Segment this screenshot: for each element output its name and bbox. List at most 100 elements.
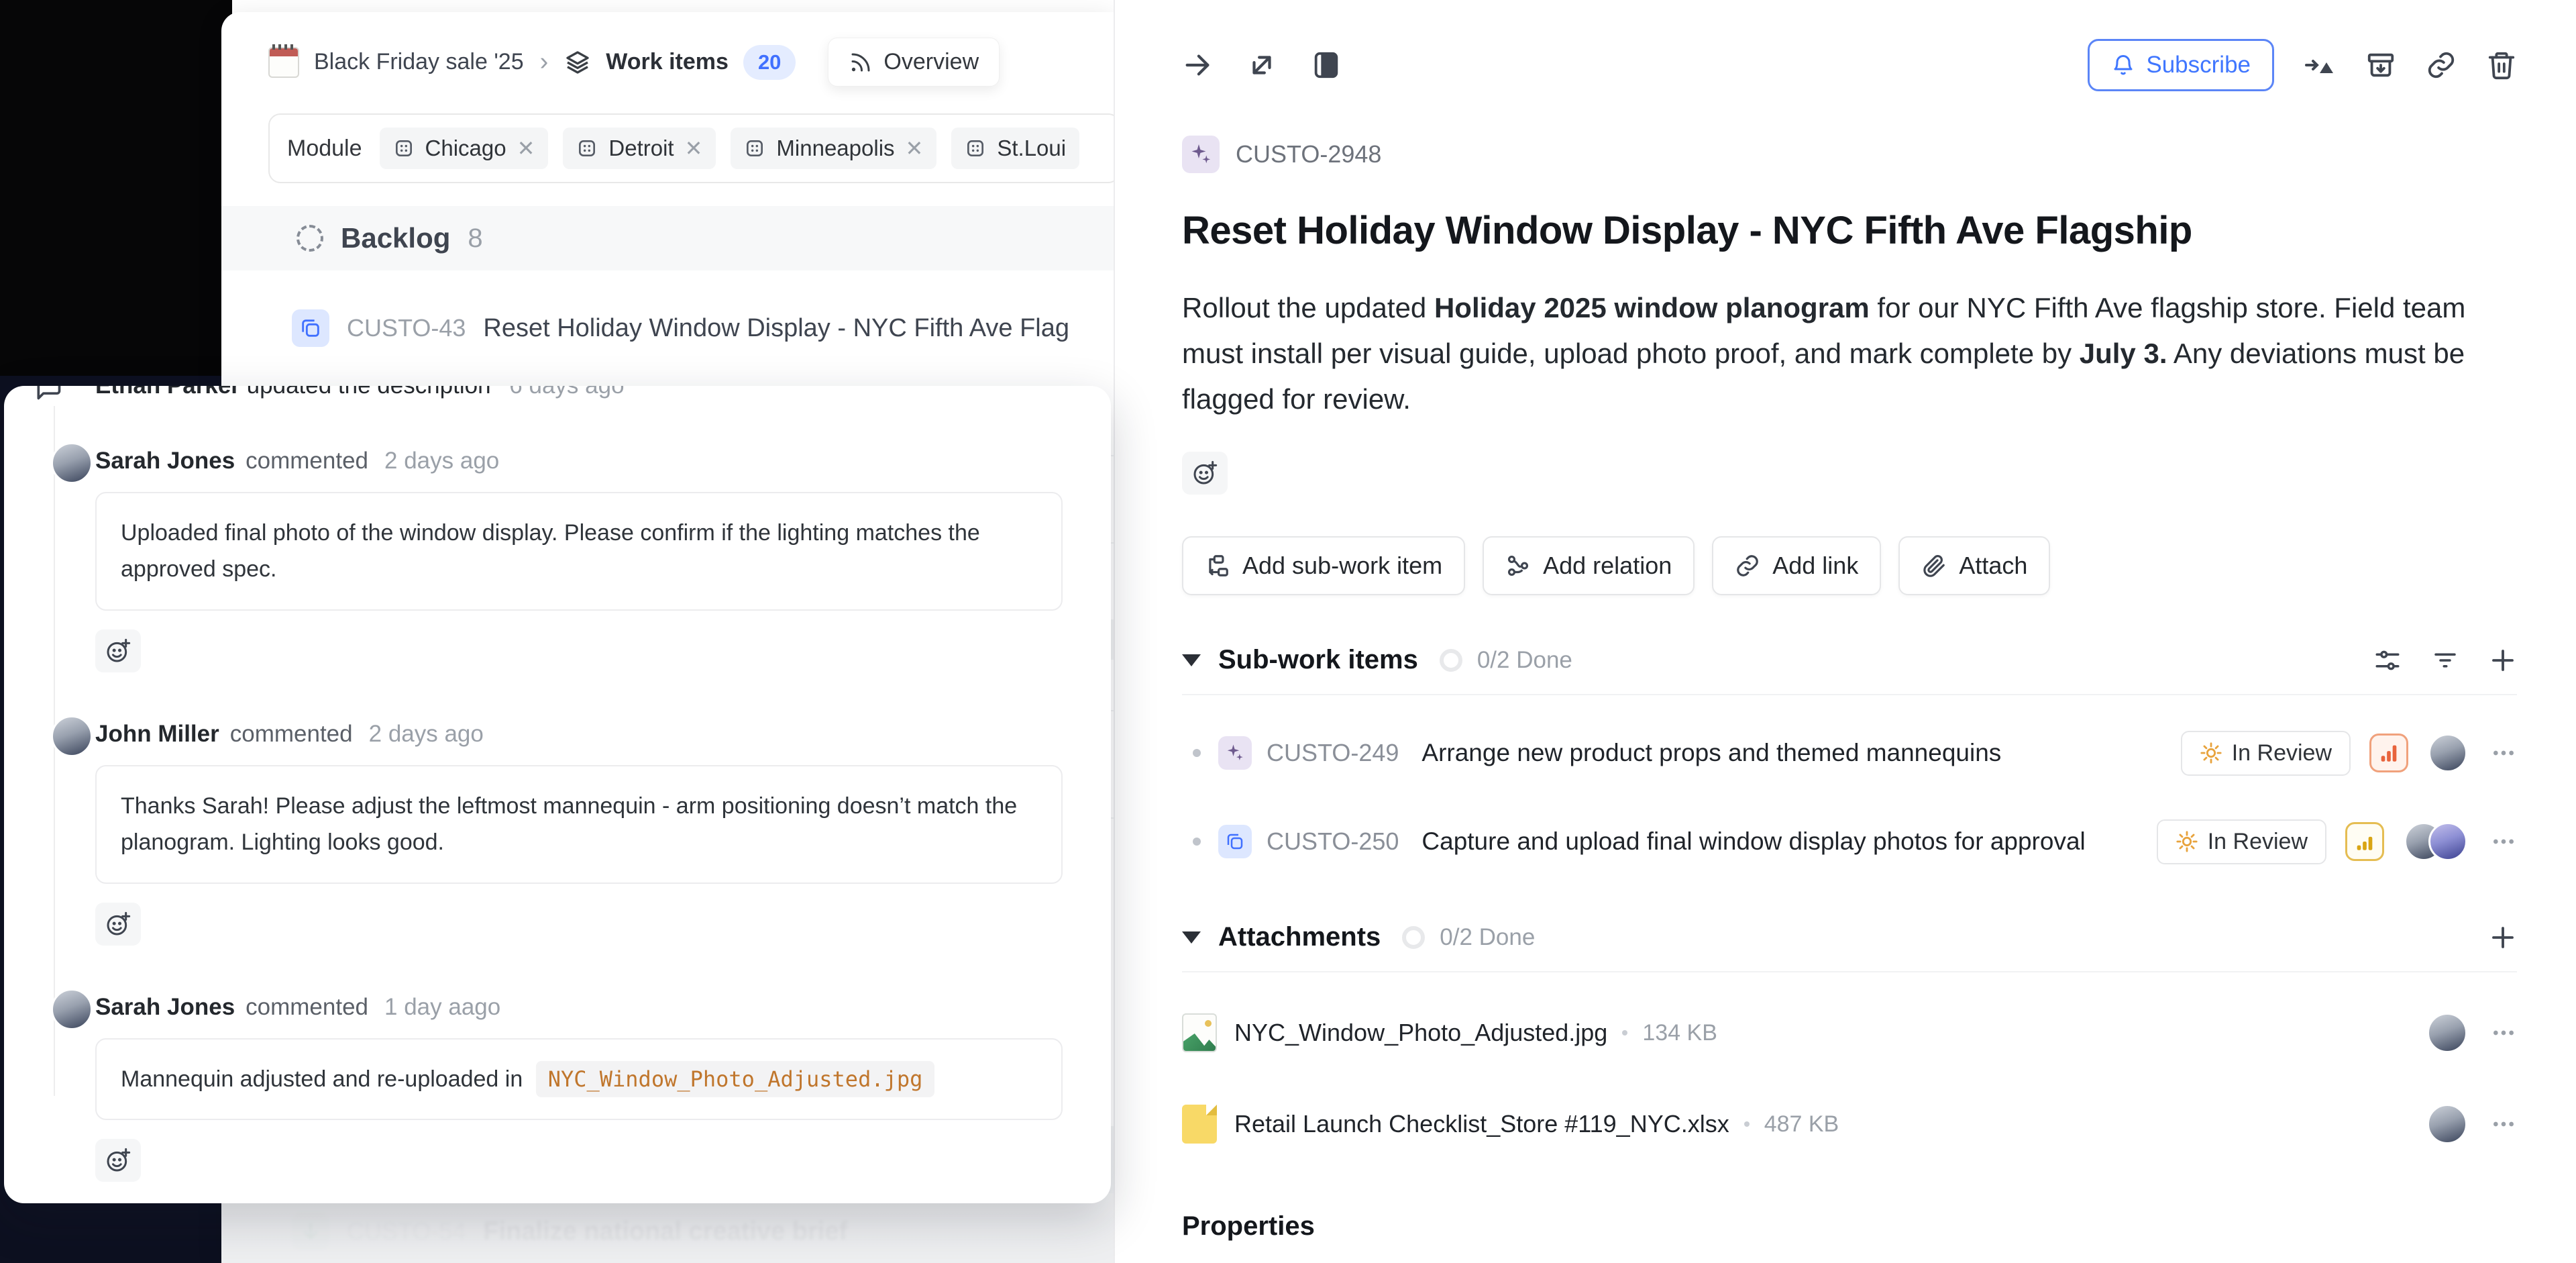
comment-time: 2 days ago [369, 721, 484, 748]
breadcrumb-project[interactable]: Black Friday sale '25 [314, 49, 524, 75]
state-badge[interactable]: In Review [2157, 819, 2326, 864]
assignee-avatars[interactable] [2404, 822, 2467, 861]
remove-filter-icon[interactable]: ✕ [685, 136, 703, 161]
comment-header: Sarah Jones commented 2 days ago [95, 448, 1063, 474]
more-menu-icon[interactable] [2490, 1111, 2517, 1138]
expand-icon[interactable] [1246, 50, 1277, 81]
copy-link-icon[interactable] [2426, 50, 2457, 81]
project-icon [268, 47, 299, 78]
activity-author: Ethan Parker [95, 386, 240, 399]
avatar [51, 989, 93, 1030]
activity-text: updated the description [247, 386, 491, 399]
description-bold: Holiday 2025 window planogram [1434, 292, 1870, 323]
attachment-meta [2427, 1013, 2517, 1053]
avatar [2428, 822, 2467, 861]
tab-overview[interactable]: Overview [828, 38, 1000, 87]
assignee-avatars[interactable] [2428, 734, 2467, 772]
in-review-sun-icon [2176, 830, 2198, 853]
section-actions [2373, 646, 2517, 674]
state-badge-label: In Review [2208, 829, 2308, 855]
add-reaction-button[interactable] [1182, 452, 1228, 495]
state-badge[interactable]: In Review [2181, 731, 2351, 776]
filter-bar: Module Chicago ✕ Detroit ✕ Minneapolis ✕… [268, 113, 1114, 183]
attachment-row[interactable]: NYC_Window_Photo_Adjusted.jpg 134 KB [1182, 1002, 2517, 1064]
file-name-chip[interactable]: NYC_Window_Photo_Adjusted.jpg [536, 1061, 935, 1097]
detail-toolbar: Subscribe [1182, 39, 2517, 91]
attach-button[interactable]: Attach [1898, 536, 2050, 595]
filter-chip-minneapolis[interactable]: Minneapolis ✕ [731, 128, 936, 169]
filter-chip-detroit[interactable]: Detroit ✕ [563, 128, 716, 169]
link-icon [1735, 553, 1760, 578]
work-item-title[interactable]: Reset Holiday Window Display - NYC Fifth… [1182, 208, 2517, 253]
side-peek-layout-icon[interactable] [1311, 50, 1342, 81]
more-menu-icon[interactable] [2490, 828, 2517, 855]
section-title[interactable]: Attachments [1218, 922, 1381, 952]
work-item-description[interactable]: Rollout the updated Holiday 2025 window … [1182, 285, 2520, 422]
add-sub-item-plus-icon[interactable] [2489, 646, 2517, 674]
paperclip-icon [1921, 553, 1947, 578]
close-panel-arrow-icon[interactable] [1182, 50, 1213, 81]
delete-trash-icon[interactable] [2486, 50, 2517, 81]
group-header-backlog[interactable]: Backlog 8 [221, 206, 1114, 270]
add-relation-button[interactable]: Add relation [1483, 536, 1695, 595]
filter-chip-stlouis[interactable]: St.Loui [951, 128, 1079, 169]
comment-text-box: Mannequin adjusted and re-uploaded in NY… [95, 1038, 1063, 1120]
avatar [2427, 1013, 2467, 1053]
remove-filter-icon[interactable]: ✕ [906, 136, 924, 161]
avatar [51, 715, 93, 757]
sub-work-item-row[interactable]: CUSTO-249 Arrange new product props and … [1182, 722, 2517, 784]
toolbar-right: Subscribe [2088, 39, 2517, 91]
work-item-type-icon [292, 1213, 329, 1250]
comment: Sarah Jones commented 1 day aago Mannequ… [31, 994, 1063, 1182]
subscribe-button[interactable]: Subscribe [2088, 39, 2274, 91]
work-item-title: Finalize national creative brief [483, 1217, 847, 1246]
add-reaction-button[interactable] [95, 1139, 141, 1182]
backlog-state-icon [297, 225, 323, 252]
progress-circle-icon [1440, 649, 1462, 672]
filter-chip-label: Chicago [425, 136, 506, 161]
comment-text: Uploaded final photo of the window displ… [121, 520, 980, 582]
attachment-name: Retail Launch Checklist_Store #119_NYC.x… [1234, 1110, 1729, 1138]
collapse-caret-icon[interactable] [1182, 654, 1201, 666]
work-items-header: Black Friday sale '25 › Work items 20 Ov… [221, 12, 1114, 107]
archive-icon[interactable] [2365, 50, 2396, 81]
priority-medium-icon[interactable] [2345, 822, 2384, 861]
remove-filter-icon[interactable]: ✕ [517, 136, 535, 161]
comment-time: 2 days ago [384, 448, 499, 474]
sub-work-item-row[interactable]: CUSTO-250 Capture and upload final windo… [1182, 811, 2517, 872]
avatar [51, 442, 93, 484]
work-items-count-badge: 20 [743, 45, 796, 80]
add-reaction-button[interactable] [95, 903, 141, 946]
more-menu-icon[interactable] [2490, 740, 2517, 766]
more-menu-icon[interactable] [2490, 1019, 2517, 1046]
add-link-button[interactable]: Add link [1712, 536, 1881, 595]
section-title[interactable]: Sub-work items [1218, 645, 1418, 675]
comment-text: Mannequin adjusted and re-uploaded in [121, 1066, 523, 1092]
add-sub-work-item-button[interactable]: Add sub-work item [1182, 536, 1465, 595]
properties-section: Properties State Backlog [1182, 1211, 2517, 1263]
sub-work-items-header: Sub-work items 0/2 Done [1182, 645, 2517, 695]
priority-high-icon[interactable] [2369, 734, 2408, 772]
filter-icon[interactable] [2431, 646, 2459, 674]
work-item-id-row: CUSTO-2948 [1182, 136, 2517, 173]
layers-icon [564, 49, 591, 76]
display-settings-icon[interactable] [2373, 646, 2402, 674]
section-progress: 0/2 Done [1477, 647, 1572, 674]
comment-time: 1 day aago [384, 994, 500, 1021]
publish-export-icon[interactable] [2304, 49, 2336, 81]
attachment-meta [2427, 1104, 2517, 1144]
comment-text-box: Thanks Sarah! Please adjust the leftmost… [95, 765, 1063, 884]
add-reaction-button[interactable] [95, 629, 141, 672]
attachment-row[interactable]: Retail Launch Checklist_Store #119_NYC.x… [1182, 1093, 2517, 1155]
add-attachment-plus-icon[interactable] [2489, 923, 2517, 952]
collapse-caret-icon[interactable] [1182, 931, 1201, 944]
work-item-row[interactable]: CUSTO-43 Reset Holiday Window Display - … [221, 284, 1114, 372]
row-bullet [1193, 749, 1201, 757]
filter-chip-chicago[interactable]: Chicago ✕ [380, 128, 549, 169]
breadcrumb-section[interactable]: Work items [606, 49, 729, 75]
comment-author: John Miller [95, 721, 219, 748]
comment-action: commented [230, 721, 353, 748]
comments-overlay: Ethan Parker updated the description 6 d… [4, 386, 1111, 1203]
comment-header: John Miller commented 2 days ago [95, 721, 1063, 748]
button-label: Attach [1959, 552, 2027, 580]
